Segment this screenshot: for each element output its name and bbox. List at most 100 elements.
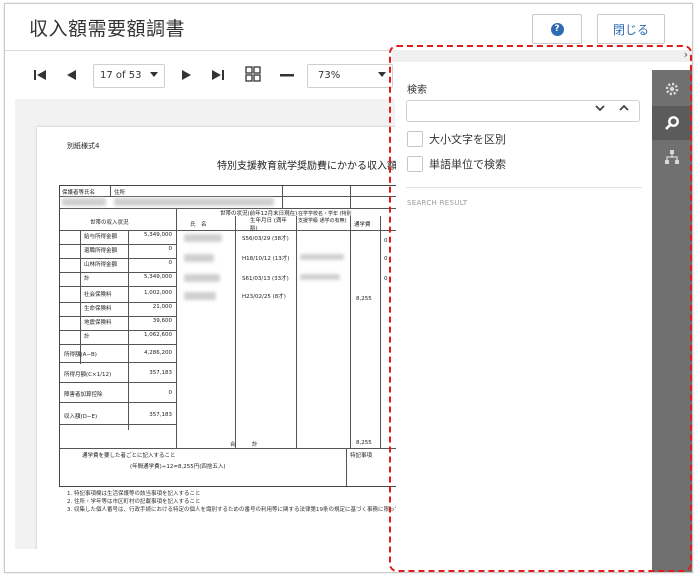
zoom-select[interactable]: 73%	[307, 64, 393, 88]
address-label: 住所	[114, 190, 126, 196]
whole-word-checkbox[interactable]	[407, 156, 423, 172]
search-panel: 検索 大小文字を区別 単語単位で検索 SEARCH RESULT	[396, 60, 652, 572]
redacted-name	[184, 254, 214, 262]
row-divider	[60, 382, 176, 383]
help-button[interactable]: ?	[532, 14, 582, 44]
page-select[interactable]: 17 of 53	[93, 64, 165, 88]
row-divider	[60, 244, 176, 245]
case-sensitive-checkbox[interactable]	[407, 131, 423, 147]
row-divider	[60, 344, 176, 345]
row-divider	[60, 272, 176, 273]
zoom-select-value: 73%	[318, 70, 341, 81]
next-page-icon[interactable]	[181, 68, 193, 86]
school-header: 在学学校名・学年 (特別支援学級 通学の有無)	[298, 211, 352, 224]
gear-icon[interactable]	[652, 72, 692, 106]
income-row-value: 5,349,000	[144, 274, 172, 280]
row-divider	[60, 330, 176, 331]
row-divider	[60, 402, 176, 403]
income-row-label: 計	[84, 334, 90, 340]
income-row-label: 収入額(D−E)	[64, 414, 98, 420]
birth-1: S56/03/29 (38才)	[242, 236, 289, 242]
search-icon[interactable]	[652, 106, 692, 140]
page-select-value: 17 of 53	[100, 70, 142, 81]
whole-word-label: 単語単位で検索	[429, 158, 506, 171]
birth-3: S61/03/13 (33才)	[242, 276, 289, 282]
side-value-3: 0	[384, 276, 388, 282]
remark-label: 通学費を要した者ごとに記入すること	[82, 453, 176, 459]
document-page: 別紙様式4 特別支援教育就学奨励費にかかる収入額・ 保護者等氏名 住所 世帯の状…	[37, 127, 407, 557]
income-header: 世帯の収入状況	[90, 220, 129, 226]
row-divider	[60, 286, 176, 287]
income-row-value: 0	[168, 246, 173, 252]
document-bottom	[15, 549, 395, 571]
income-row-label: 社会保険料	[84, 292, 112, 298]
redacted-school	[300, 274, 340, 280]
note-2: 2. 住所・学年等は市区町村の記載事項を記入すること	[67, 499, 201, 505]
panel-topbar: ›	[392, 48, 692, 62]
formula: (年間通学費)÷12=8,255円(四捨五入)	[130, 464, 226, 470]
income-row-label: 計	[84, 276, 90, 282]
first-page-icon[interactable]	[33, 68, 47, 86]
income-row-value: 39,600	[152, 318, 172, 324]
income-row-label: 山林所得金額	[84, 262, 118, 268]
question-circle-icon: ?	[550, 22, 564, 36]
name-header: 氏 名	[190, 222, 207, 228]
chevron-up-icon[interactable]	[619, 103, 629, 116]
last-page-icon[interactable]	[211, 68, 225, 86]
search-label: 検索	[407, 85, 427, 96]
income-table: 保護者等氏名 住所 世帯の状況(前年12月末日現在) 世帯の収入状況 氏 名 生…	[59, 185, 407, 487]
tree-icon[interactable]	[652, 140, 692, 174]
row-divider	[60, 258, 176, 259]
thumbnail-icon[interactable]	[245, 66, 261, 86]
collapse-panel-icon[interactable]: ›	[684, 48, 688, 61]
total-value: 8,255	[356, 440, 372, 446]
income-row-value: 1,062,600	[144, 332, 172, 338]
income-row-label: 障害者加算控除	[64, 392, 103, 398]
income-row-value: 4,286,200	[144, 350, 172, 356]
form-number: 別紙様式4	[67, 142, 100, 150]
case-sensitive-option[interactable]: 大小文字を区別	[407, 131, 506, 147]
note-3: 3. 収集した個人番号は、行政手続における特定の個人を識別するための番号の利用等…	[67, 507, 407, 513]
panel-sidebar	[652, 70, 692, 572]
side-value-2: 0	[384, 256, 388, 262]
row-divider	[60, 316, 176, 317]
prev-page-icon[interactable]	[65, 68, 77, 86]
side-value-1: 0	[384, 238, 388, 244]
row-divider	[60, 362, 176, 363]
zoom-out-icon[interactable]	[279, 68, 295, 86]
chevron-down-icon[interactable]	[595, 103, 605, 116]
birth-header: 生年月日 (満年齢)	[250, 218, 287, 232]
commute-value: 8,255	[356, 296, 372, 302]
income-row-value: 5,349,000	[144, 232, 172, 238]
redacted-guardian	[62, 198, 106, 206]
income-row-label: 所得月額(C×1/12)	[64, 372, 112, 378]
total-label: 合 計	[230, 442, 258, 448]
redacted-address	[114, 198, 274, 206]
header-bar: 収入額需要額調書 ? 閉じる	[5, 4, 692, 51]
income-row-label: 生命保険料	[84, 306, 112, 312]
row-divider	[60, 302, 176, 303]
income-row-value: 357,183	[149, 370, 172, 376]
case-sensitive-label: 大小文字を区別	[429, 133, 506, 146]
redacted-name	[184, 274, 220, 282]
guardian-label: 保護者等氏名	[62, 190, 96, 196]
close-button[interactable]: 閉じる	[597, 14, 665, 44]
row-divider	[60, 424, 176, 425]
search-input[interactable]	[406, 100, 640, 122]
redacted-school	[300, 254, 344, 260]
chevron-down-icon	[150, 72, 158, 77]
income-row-label: 給与所得金額	[84, 234, 118, 240]
whole-word-option[interactable]: 単語単位で検索	[407, 156, 506, 172]
income-row-label: 還職所得金額	[84, 248, 118, 254]
chevron-down-icon	[378, 72, 386, 77]
panel-divider	[406, 187, 642, 188]
income-row-value: 0	[168, 260, 173, 266]
viewer-window: 収入額需要額調書 ? 閉じる 17 of 53 73% 別紙様式4 特別支援教育…	[4, 3, 693, 573]
note-1: 1. 特記事項欄は生活保護等の該当事項を記入すること	[67, 491, 201, 497]
income-row-value: 1,002,000	[144, 290, 172, 296]
search-result-label: SEARCH RESULT	[407, 199, 468, 207]
redacted-name	[184, 292, 216, 300]
income-row-label: 所得額(A−B)	[64, 352, 97, 358]
document-area[interactable]: 別紙様式4 特別支援教育就学奨励費にかかる収入額・ 保護者等氏名 住所 世帯の状…	[15, 99, 407, 557]
income-row-value: 357,183	[149, 412, 172, 418]
